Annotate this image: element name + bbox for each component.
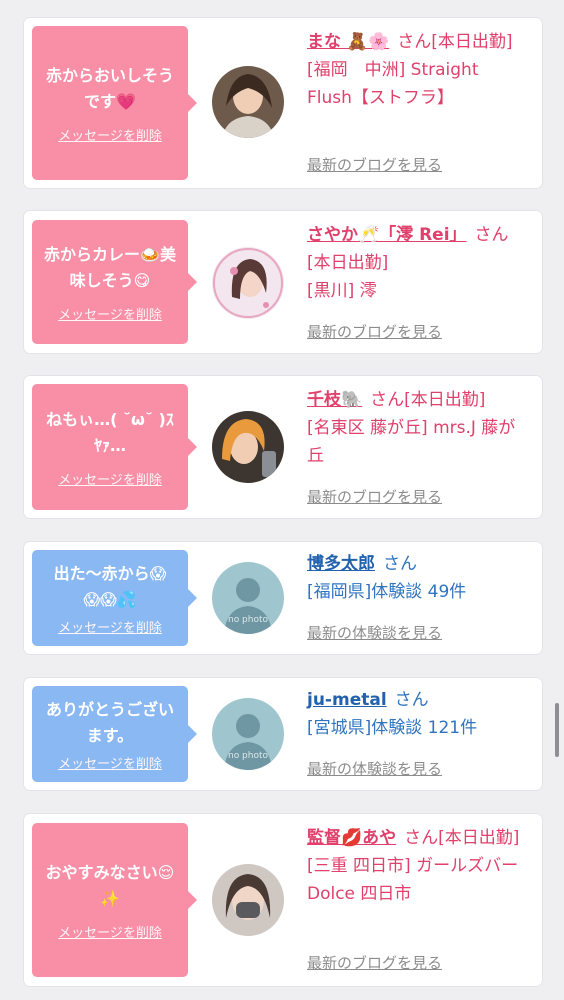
sender-name-link[interactable]: ju-metal — [307, 690, 387, 710]
sender-name-link[interactable]: まな 🧸🌸 — [307, 32, 389, 52]
avatar[interactable] — [212, 66, 284, 138]
latest-blog-link[interactable]: 最新のブログを見る — [307, 952, 442, 973]
message-card: ありがとうござい ます。 メッセージを削除 no photo ju-metal さ… — [24, 678, 542, 790]
sender-suffix: さん[本日出勤] — [397, 32, 513, 52]
avatar[interactable]: no photo — [212, 562, 284, 634]
no-photo-text: no photo — [228, 751, 269, 761]
sender-suffix: さん[本日出勤] — [370, 390, 486, 410]
sender-suffix: さん[本日出勤] — [404, 828, 520, 848]
shop-text: [名東区 藤が丘] mrs.J 藤が丘 — [307, 418, 516, 466]
message-text: 赤からおいしそう です💗 — [45, 65, 174, 111]
shop-text: [黒川] 澪 — [307, 281, 377, 301]
message-card: ねもぃ…( ˘ω˘ )ｽ ﾔｧ… メッセージを削除 千枝🐘 さん[本日出勤] [名… — [24, 376, 542, 518]
sender-name-link[interactable]: さやか🥂「澪 Rei」 — [307, 225, 467, 245]
message-text: 赤からカレー🍛美 味しそう😋 — [44, 244, 176, 290]
shop-text: [福岡県]体験談 49件 — [307, 582, 467, 602]
sender-info: まな 🧸🌸 さん[本日出勤] [福岡 中洲] Straight Flush【ストフ… — [307, 28, 527, 112]
sender-info: さやか🥂「澪 Rei」 さん[本日出勤] [黒川] 澪 — [307, 221, 527, 305]
message-bubble: ありがとうござい ます。 メッセージを削除 — [32, 686, 197, 782]
sender-info: ju-metal さん [宮城県]体験談 121件 — [307, 686, 527, 742]
message-text: ありがとうござい ます。 — [45, 699, 174, 745]
message-bubble: 赤からおいしそう です💗 メッセージを削除 — [32, 26, 197, 180]
message-card: 赤からカレー🍛美 味しそう😋 メッセージを削除 さやか🥂「澪 Rei」 さん[本日… — [24, 211, 542, 353]
message-card: おやすみなさい😌 ✨ メッセージを削除 監督💋あや さん[本日出勤] [三重 四日… — [24, 814, 542, 986]
sender-info: 博多太郎 さん [福岡県]体験談 49件 — [307, 550, 527, 606]
sender-suffix: さん — [394, 690, 429, 710]
delete-message-link[interactable]: メッセージを削除 — [58, 469, 162, 488]
sender-name-link[interactable]: 博多太郎 — [307, 554, 375, 574]
avatar[interactable] — [212, 247, 284, 319]
avatar[interactable] — [212, 411, 284, 483]
shop-text: [三重 四日市] ガールズバー Dolce 四日市 — [307, 856, 519, 904]
scrollbar[interactable] — [555, 703, 559, 757]
latest-blog-link[interactable]: 最新のブログを見る — [307, 486, 442, 507]
sender-name-link[interactable]: 千枝🐘 — [307, 390, 362, 410]
shop-text: [福岡 中洲] Straight Flush【ストフラ】 — [307, 60, 479, 108]
message-bubble: 出た〜赤から😱 😱😱💦 メッセージを削除 — [32, 550, 197, 646]
message-card: 出た〜赤から😱 😱😱💦 メッセージを削除 no photo 博多太郎 さん [福岡… — [24, 542, 542, 654]
no-photo-text: no photo — [228, 615, 269, 625]
message-text: 出た〜赤から😱 😱😱💦 — [53, 563, 167, 609]
message-bubble: おやすみなさい😌 ✨ メッセージを削除 — [32, 823, 197, 977]
sender-info: 千枝🐘 さん[本日出勤] [名東区 藤が丘] mrs.J 藤が丘 — [307, 386, 527, 470]
latest-blog-link[interactable]: 最新のブログを見る — [307, 154, 442, 175]
latest-review-link[interactable]: 最新の体験談を見る — [307, 758, 442, 779]
message-bubble: 赤からカレー🍛美 味しそう😋 メッセージを削除 — [32, 220, 197, 344]
sender-info: 監督💋あや さん[本日出勤] [三重 四日市] ガールズバー Dolce 四日市 — [307, 824, 527, 908]
delete-message-link[interactable]: メッセージを削除 — [58, 304, 162, 323]
delete-message-link[interactable]: メッセージを削除 — [58, 753, 162, 772]
sender-name-link[interactable]: 監督💋あや — [307, 828, 396, 848]
message-text: ねもぃ…( ˘ω˘ )ｽ ﾔｧ… — [46, 409, 174, 455]
message-card: 赤からおいしそう です💗 メッセージを削除 まな 🧸🌸 さん[本日出勤] [福岡 … — [24, 18, 542, 188]
shop-text: [宮城県]体験談 121件 — [307, 718, 478, 738]
delete-message-link[interactable]: メッセージを削除 — [58, 922, 162, 941]
avatar[interactable]: no photo — [212, 698, 284, 770]
avatar[interactable] — [212, 864, 284, 936]
delete-message-link[interactable]: メッセージを削除 — [58, 125, 162, 144]
sender-suffix: さん — [383, 554, 417, 574]
delete-message-link[interactable]: メッセージを削除 — [58, 617, 162, 636]
latest-blog-link[interactable]: 最新のブログを見る — [307, 321, 442, 342]
message-bubble: ねもぃ…( ˘ω˘ )ｽ ﾔｧ… メッセージを削除 — [32, 384, 197, 510]
latest-review-link[interactable]: 最新の体験談を見る — [307, 622, 442, 643]
message-text: おやすみなさい😌 ✨ — [45, 862, 175, 908]
